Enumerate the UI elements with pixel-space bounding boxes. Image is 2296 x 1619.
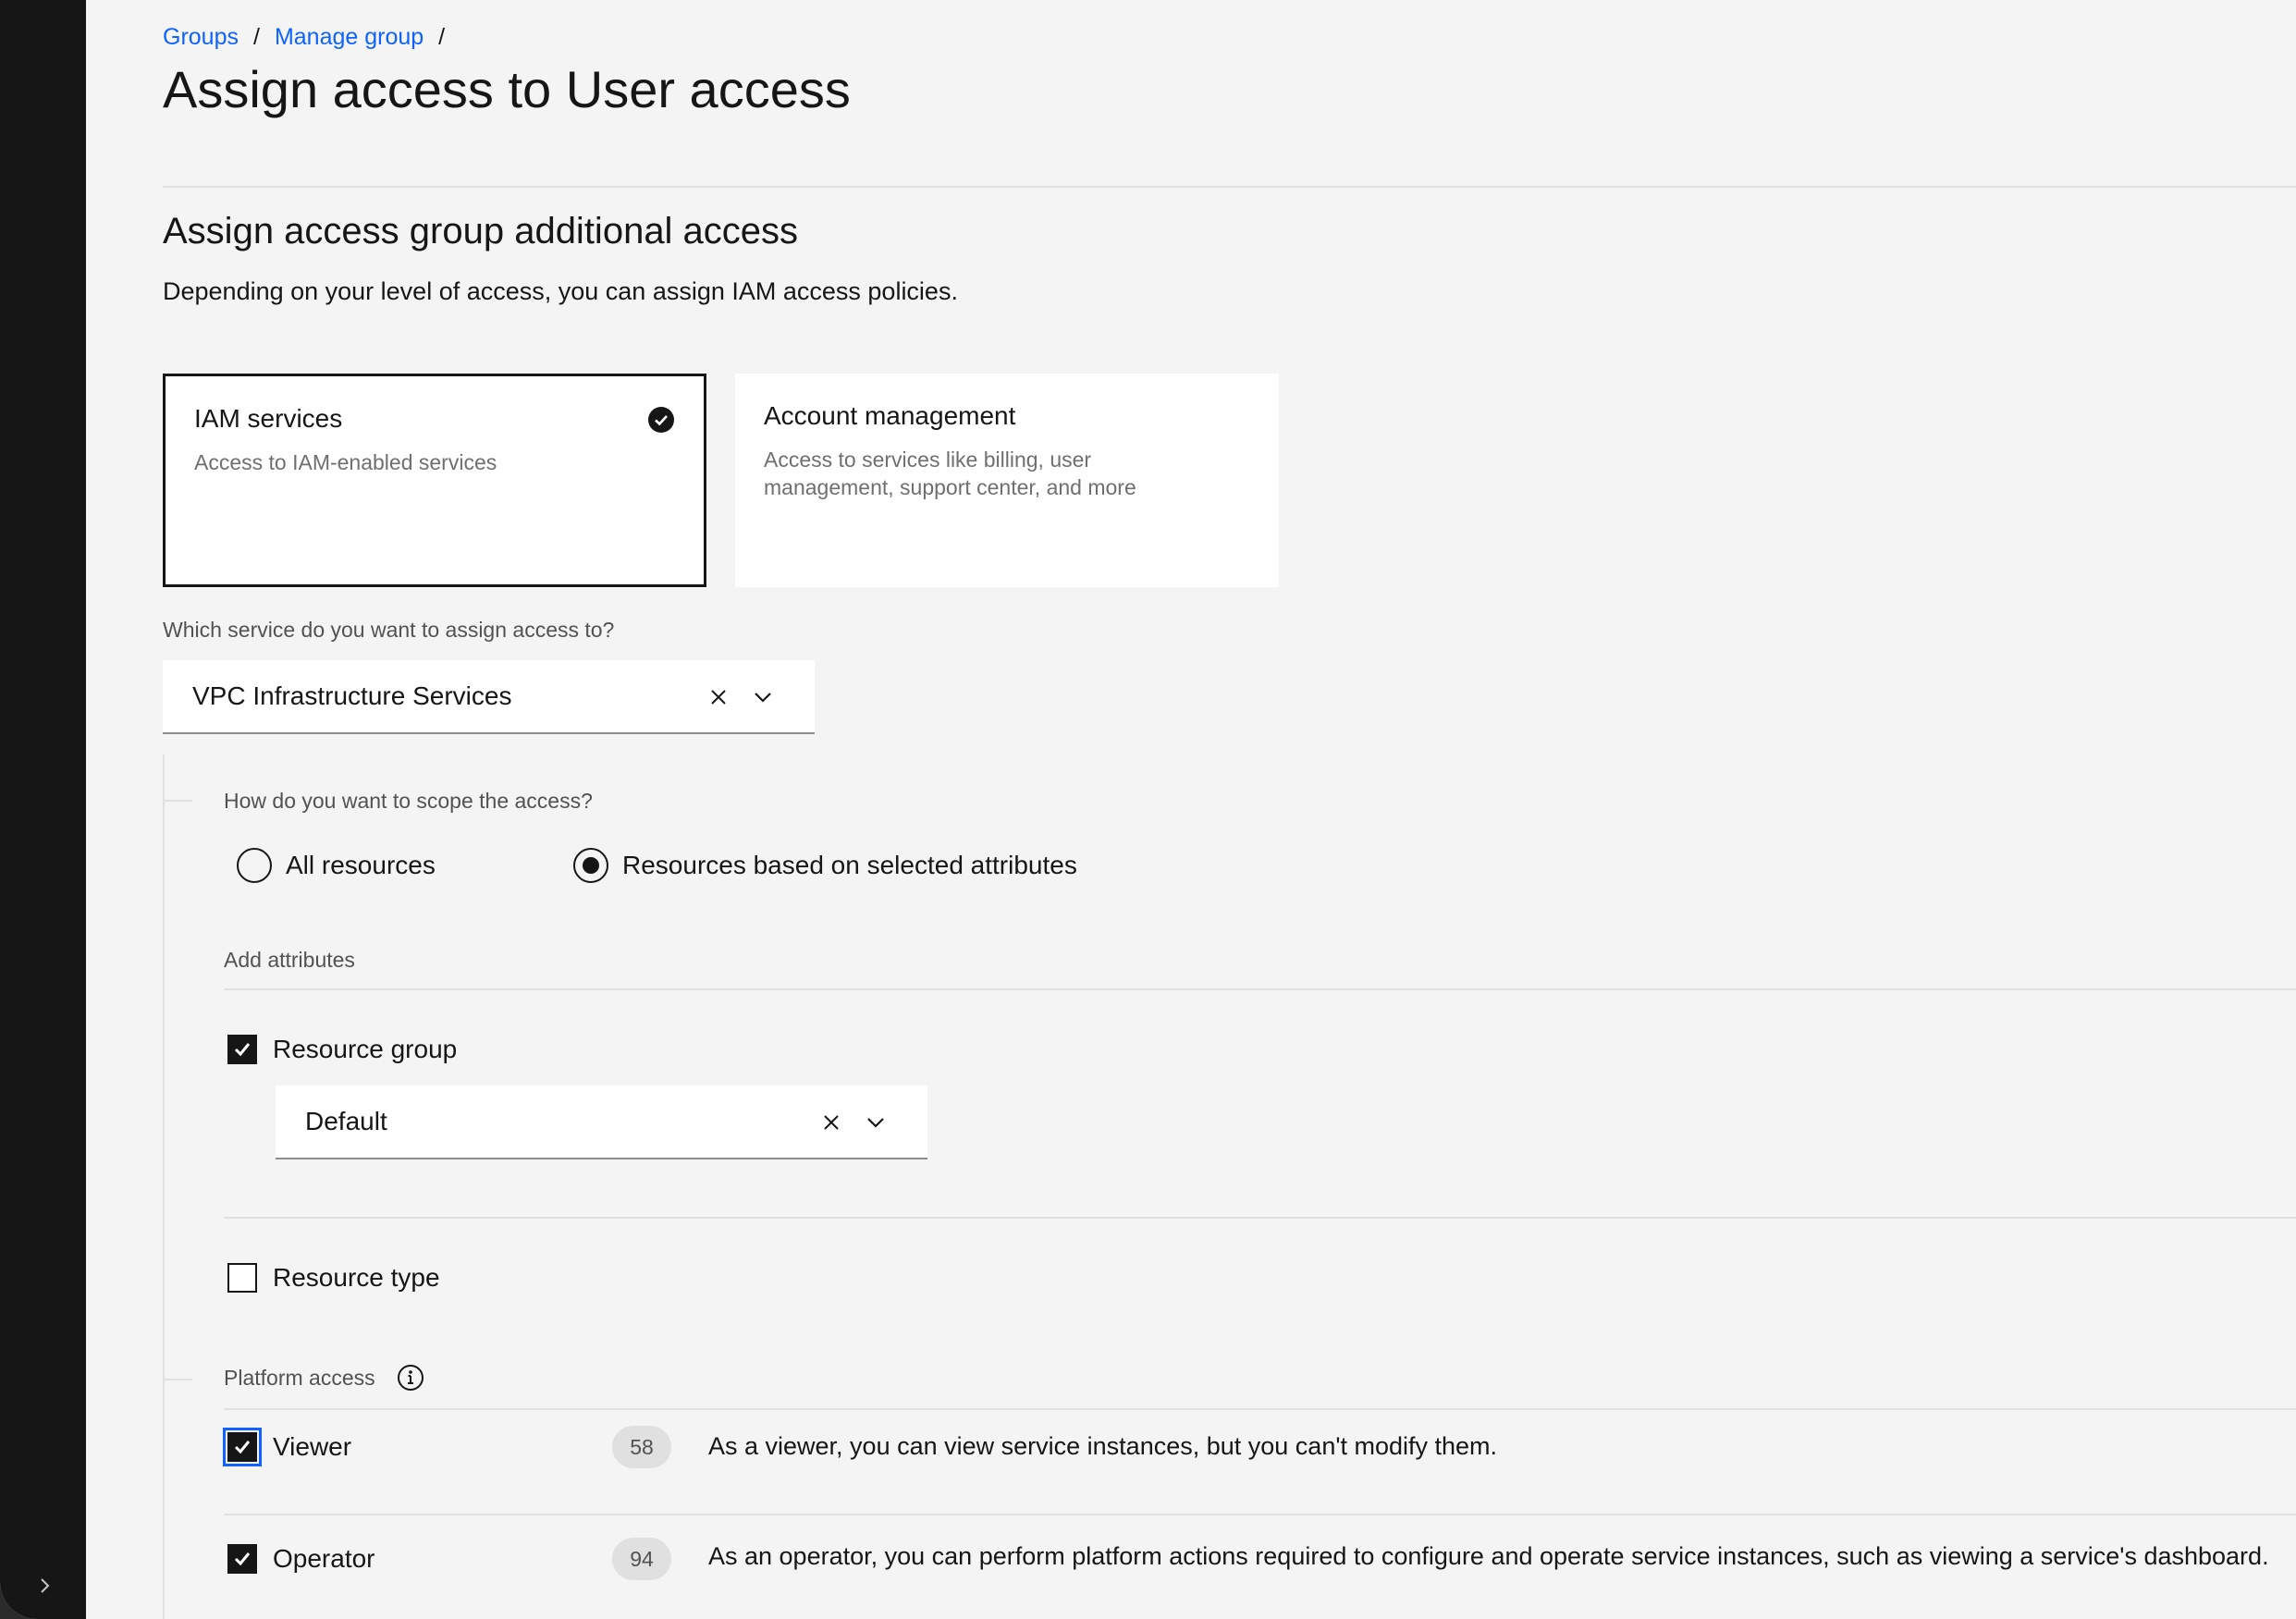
tile-description: Access to IAM-enabled services xyxy=(194,450,497,474)
scope-tick xyxy=(163,800,192,802)
tile-account-management[interactable]: Account management Access to services li… xyxy=(735,374,1279,587)
attributes-divider xyxy=(224,1217,2296,1219)
radio-selected-attributes[interactable]: Resources based on selected attributes xyxy=(573,848,1077,883)
radio-button[interactable] xyxy=(573,848,608,883)
expand-rail-button[interactable] xyxy=(26,1567,63,1604)
role-name: Operator xyxy=(273,1544,375,1573)
tile-description-line: management, support center, and more xyxy=(764,475,1136,499)
side-rail xyxy=(0,0,86,1619)
information-icon[interactable] xyxy=(396,1363,425,1392)
app-window: Groups / Manage group / Assign access to… xyxy=(0,0,2296,1619)
resource-group-select[interactable]: Default xyxy=(276,1085,927,1159)
platform-tick xyxy=(163,1379,192,1380)
tile-description-line: Access to services like billing, user xyxy=(764,448,1092,472)
service-select[interactable]: VPC Infrastructure Services xyxy=(163,660,815,734)
breadcrumb-separator: / xyxy=(438,24,446,50)
roles-divider xyxy=(224,1408,2296,1410)
checkbox-resource-type[interactable]: Resource type xyxy=(227,1263,440,1293)
chevron-down-icon xyxy=(755,693,771,703)
checkbox-viewer[interactable]: Viewer xyxy=(223,1428,352,1466)
tile-iam-services[interactable]: IAM services Access to IAM-enabled servi… xyxy=(163,374,706,587)
page-title: Assign access to User access xyxy=(163,60,851,118)
breadcrumb-groups[interactable]: Groups xyxy=(163,24,239,51)
checkbox-resource-group[interactable]: Resource group xyxy=(227,1035,457,1064)
resource-group-select-value: Default xyxy=(305,1107,387,1135)
role-row-viewer: Viewer 58 As a viewer, you can view serv… xyxy=(223,1426,2296,1497)
platform-access-label: Platform access xyxy=(224,1365,375,1390)
checkbox[interactable] xyxy=(227,1263,257,1293)
roles-divider xyxy=(224,1514,2296,1515)
service-select-value: VPC Infrastructure Services xyxy=(192,681,512,710)
service-field-label: Which service do you want to assign acce… xyxy=(163,618,615,642)
checkmark-icon xyxy=(234,1441,251,1454)
role-name: Viewer xyxy=(273,1432,352,1461)
checkmark-icon xyxy=(234,1043,251,1057)
chevron-right-icon xyxy=(41,1578,50,1593)
breadcrumb: Groups / Manage group / xyxy=(163,24,460,51)
section-description: Depending on your level of access, you c… xyxy=(163,277,958,305)
checkbox[interactable] xyxy=(227,1035,257,1064)
tile-description: Access to services like billing, user ma… xyxy=(764,446,1136,501)
checkmark-icon xyxy=(234,1552,251,1566)
platform-access-header: Platform access xyxy=(224,1363,425,1392)
permissions-count-badge[interactable]: 94 xyxy=(612,1538,671,1580)
role-row-operator: Operator 94 As an operator, you can perf… xyxy=(224,1538,2296,1609)
header-divider xyxy=(163,186,2296,188)
radio-dot xyxy=(583,857,599,874)
role-description: As an operator, you can perform platform… xyxy=(708,1542,2269,1570)
checkbox-label: Resource type xyxy=(273,1263,440,1292)
tile-title: Account management xyxy=(764,401,1016,430)
chevron-down-icon xyxy=(867,1118,884,1128)
add-attributes-label: Add attributes xyxy=(224,948,355,972)
radio-all-resources[interactable]: All resources xyxy=(237,848,436,883)
permissions-count-badge[interactable]: 58 xyxy=(612,1426,671,1468)
checkbox-operator[interactable]: Operator xyxy=(227,1544,375,1574)
breadcrumb-separator: / xyxy=(252,24,260,50)
section-title: Assign access group additional access xyxy=(163,211,799,251)
checkbox-label: Resource group xyxy=(273,1035,458,1063)
radio-button[interactable] xyxy=(237,848,272,883)
checkbox[interactable] xyxy=(223,1428,262,1466)
radio-label: Resources based on selected attributes xyxy=(622,851,1077,879)
scope-indent-line xyxy=(163,754,165,1619)
breadcrumb-manage-group[interactable]: Manage group xyxy=(275,24,424,51)
checkbox[interactable] xyxy=(227,1544,257,1574)
tile-title: IAM services xyxy=(194,404,343,433)
close-icon[interactable] xyxy=(820,1111,842,1134)
scope-label: How do you want to scope the access? xyxy=(224,789,593,813)
main-content: Groups / Manage group / Assign access to… xyxy=(86,0,2296,1619)
role-description: As a viewer, you can view service instan… xyxy=(708,1432,1498,1460)
radio-label: All resources xyxy=(286,851,436,879)
close-icon[interactable] xyxy=(707,686,730,708)
checkmark-filled-icon xyxy=(648,407,674,433)
attributes-divider xyxy=(224,988,2296,990)
